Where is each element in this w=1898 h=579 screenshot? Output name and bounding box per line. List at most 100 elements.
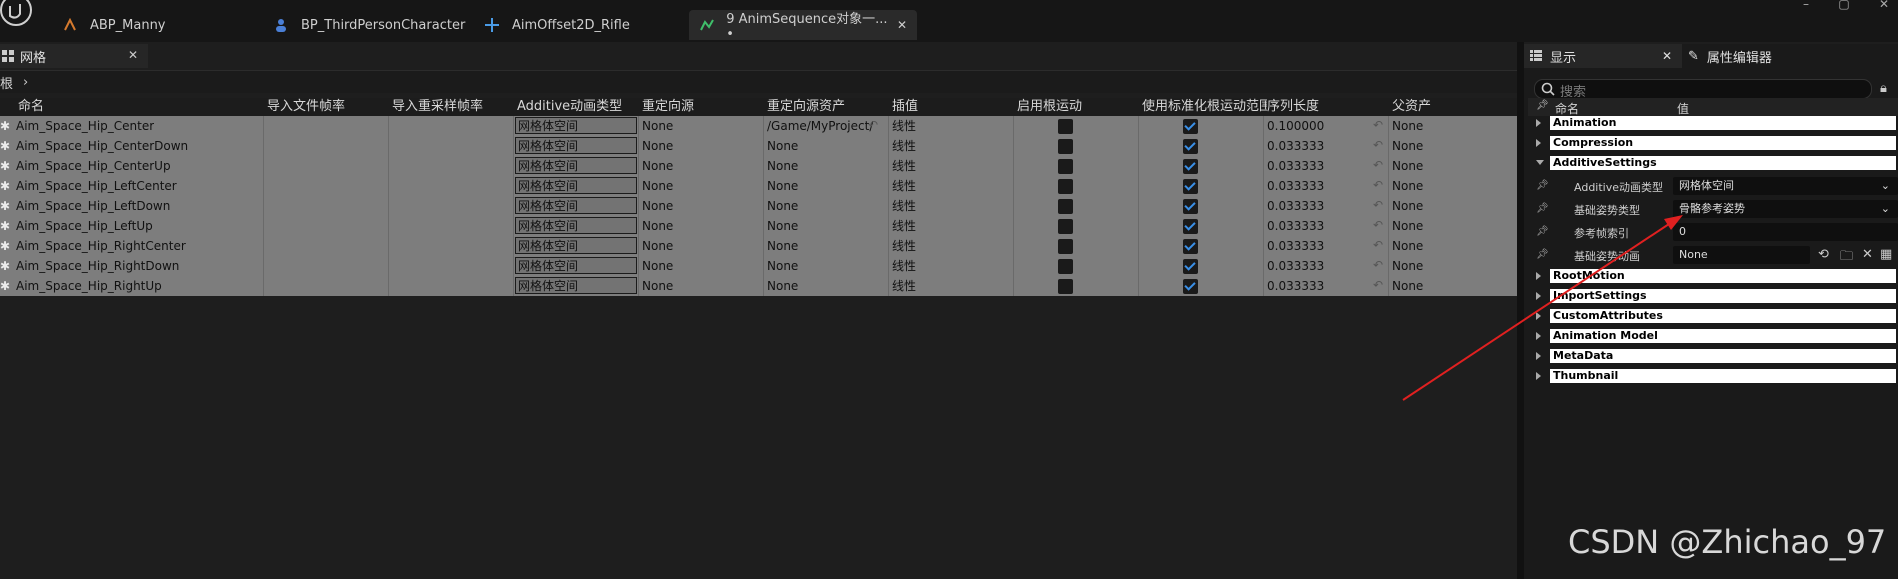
reset-icon[interactable]: ↶ [868, 118, 878, 132]
root-motion-checkbox[interactable] [1058, 219, 1073, 234]
reset-icon[interactable]: ↶ [1373, 278, 1383, 292]
table-row[interactable]: ✱ Aim_Space_Hip_RightDown 网格体空间 None None 线性 0… [0, 256, 1517, 276]
additive-type-dropdown[interactable]: 网格体空间 [515, 117, 637, 134]
expand-arrow-icon[interactable] [1536, 372, 1541, 380]
base-pose-type-dropdown[interactable]: 骨骼参考姿势 ⌄ [1673, 200, 1898, 218]
reset-icon[interactable]: ↶ [1373, 218, 1383, 232]
root-motion-checkbox[interactable] [1058, 239, 1073, 254]
reset-icon[interactable]: ↶ [1373, 158, 1383, 172]
table-row[interactable]: ✱ Aim_Space_Hip_Center 网格体空间 None/Game/MyPr… [0, 116, 1517, 136]
additive-type-dropdown[interactable]: 网格体空间 [515, 277, 637, 294]
reset-icon[interactable]: ↶ [1373, 178, 1383, 192]
expand-arrow-icon[interactable] [1536, 332, 1541, 340]
expand-arrow-icon[interactable] [1536, 352, 1541, 360]
root-motion-checkbox[interactable] [1058, 119, 1073, 134]
tab-anim-sequence[interactable]: 9 AnimSequence对象一... • ✕ [689, 10, 917, 42]
close-icon[interactable]: ✕ [128, 48, 138, 62]
pin-icon[interactable]: 📌︎ [1536, 249, 1549, 260]
normalized-root-checkbox[interactable] [1183, 139, 1198, 154]
table-row[interactable]: ✱ Aim_Space_Hip_CenterUp 网格体空间 None None 线性 0.… [0, 156, 1517, 176]
additive-type-dropdown[interactable]: 网格体空间 [515, 197, 637, 214]
tab-grid[interactable]: 网格 ✕ [0, 44, 148, 68]
pin-icon[interactable]: 📌︎ [1536, 226, 1549, 237]
additive-type-dropdown[interactable]: 网格体空间 [515, 217, 637, 234]
breadcrumb-root[interactable]: 根 [0, 73, 13, 92]
pin-icon[interactable]: 📌︎ [1536, 203, 1549, 214]
tab-display[interactable]: 显示 ✕ [1524, 44, 1682, 68]
collapse-arrow-icon[interactable] [1536, 160, 1544, 165]
normalized-root-checkbox[interactable] [1183, 159, 1198, 174]
col-header-parent-asset[interactable]: 父资产 [1392, 98, 1512, 116]
category-thumbnail[interactable]: Thumbnail [1528, 369, 1898, 389]
category-root-motion[interactable]: RootMotion [1528, 269, 1898, 289]
col-header-import-fps[interactable]: 导入文件帧率 [267, 98, 387, 116]
additive-type-dropdown[interactable]: 网格体空间 [515, 257, 637, 274]
table-row[interactable]: ✱ Aim_Space_Hip_LeftCenter 网格体空间 None None 线性… [0, 176, 1517, 196]
panel-splitter[interactable] [1517, 42, 1524, 579]
maximize-icon[interactable]: ▢ [1835, 0, 1853, 10]
col-header-retarget-source[interactable]: 重定向源 [642, 98, 762, 116]
reset-icon[interactable]: ↶ [1373, 198, 1383, 212]
normalized-root-checkbox[interactable] [1183, 239, 1198, 254]
normalized-root-checkbox[interactable] [1183, 259, 1198, 274]
additive-type-dropdown[interactable]: 网格体空间 [515, 177, 637, 194]
search-input[interactable]: 搜索 [1534, 79, 1872, 100]
chevron-right-icon[interactable]: › [23, 75, 28, 90]
reset-icon[interactable]: ↶ [1373, 258, 1383, 272]
col-header-root-motion[interactable]: 启用根运动 [1017, 98, 1137, 116]
unreal-logo-icon[interactable] [0, 0, 36, 30]
browse-icon[interactable]: 🗀︎ [1840, 247, 1853, 269]
expand-arrow-icon[interactable] [1536, 292, 1541, 300]
clear-icon[interactable]: ✕ [1862, 247, 1873, 262]
col-header-sequence-length[interactable]: 序列长度 [1267, 98, 1387, 116]
root-motion-checkbox[interactable] [1058, 259, 1073, 274]
tab-property-editor[interactable]: ✎ 属性编辑器 [1688, 44, 1772, 68]
expand-arrow-icon[interactable] [1536, 272, 1541, 280]
category-import-settings[interactable]: ImportSettings [1528, 289, 1898, 309]
normalized-root-checkbox[interactable] [1183, 219, 1198, 234]
tab-bp-thirdpersoncharacter[interactable]: BP_ThirdPersonCharacter [273, 10, 465, 40]
normalized-root-checkbox[interactable] [1183, 179, 1198, 194]
col-header-interpolation[interactable]: 插值 [892, 98, 1012, 116]
ref-frame-index-input[interactable]: 0 [1673, 223, 1898, 241]
category-animation-model[interactable]: Animation Model [1528, 329, 1898, 349]
col-header-retarget-asset[interactable]: 重定向源资产 [767, 98, 887, 116]
category-metadata[interactable]: MetaData [1528, 349, 1898, 369]
table-row[interactable]: ✱ Aim_Space_Hip_RightUp 网格体空间 None None 线性 0.0… [0, 276, 1517, 296]
pin-icon[interactable]: 📌︎ [1536, 180, 1549, 191]
base-pose-anim-picker[interactable]: None [1673, 246, 1810, 264]
normalized-root-checkbox[interactable] [1183, 279, 1198, 294]
category-animation[interactable]: Animation [1528, 116, 1898, 136]
use-selected-icon[interactable]: ⟲ [1818, 247, 1829, 262]
reset-icon[interactable]: ↶ [1373, 138, 1383, 152]
col-header-additive-type[interactable]: Additive动画类型 [517, 98, 637, 116]
col-header-name[interactable]: 命名 [18, 98, 258, 116]
normalized-root-checkbox[interactable] [1183, 199, 1198, 214]
reset-icon[interactable]: ↶ [1373, 238, 1383, 252]
reset-icon[interactable]: ↶ [1373, 118, 1383, 132]
close-icon[interactable]: ✕ [1662, 49, 1672, 63]
category-additive-settings[interactable]: AdditiveSettings [1528, 156, 1898, 176]
lock-icon[interactable]: 🔒︎ [1880, 81, 1887, 96]
expand-arrow-icon[interactable] [1536, 139, 1541, 147]
col-header-resample-fps[interactable]: 导入重采样帧率 [392, 98, 512, 116]
additive-type-dropdown[interactable]: 网格体空间 ⌄ [1673, 177, 1898, 195]
col-header-normalized-root[interactable]: 使用标准化根运动范围 [1142, 98, 1267, 116]
additive-type-dropdown[interactable]: 网格体空间 [515, 137, 637, 154]
minimize-icon[interactable]: – [1797, 0, 1815, 10]
additive-type-dropdown[interactable]: 网格体空间 [515, 237, 637, 254]
root-motion-checkbox[interactable] [1058, 279, 1073, 294]
category-custom-attributes[interactable]: CustomAttributes [1528, 309, 1898, 329]
tab-aimoffset2d-rifle[interactable]: AimOffset2D_Rifle [484, 10, 630, 40]
root-motion-checkbox[interactable] [1058, 179, 1073, 194]
normalized-root-checkbox[interactable] [1183, 119, 1198, 134]
table-row[interactable]: ✱ Aim_Space_Hip_RightCenter 网格体空间 None None 线… [0, 236, 1517, 256]
table-row[interactable]: ✱ Aim_Space_Hip_CenterDown 网格体空间 None None 线性… [0, 136, 1517, 156]
root-motion-checkbox[interactable] [1058, 199, 1073, 214]
expand-arrow-icon[interactable] [1536, 119, 1541, 127]
grid-options-icon[interactable]: ▦ [1880, 247, 1892, 262]
expand-arrow-icon[interactable] [1536, 312, 1541, 320]
tab-abp-manny[interactable]: ABP_Manny [62, 10, 166, 40]
close-window-icon[interactable]: ✕ [1875, 0, 1893, 10]
additive-type-dropdown[interactable]: 网格体空间 [515, 157, 637, 174]
